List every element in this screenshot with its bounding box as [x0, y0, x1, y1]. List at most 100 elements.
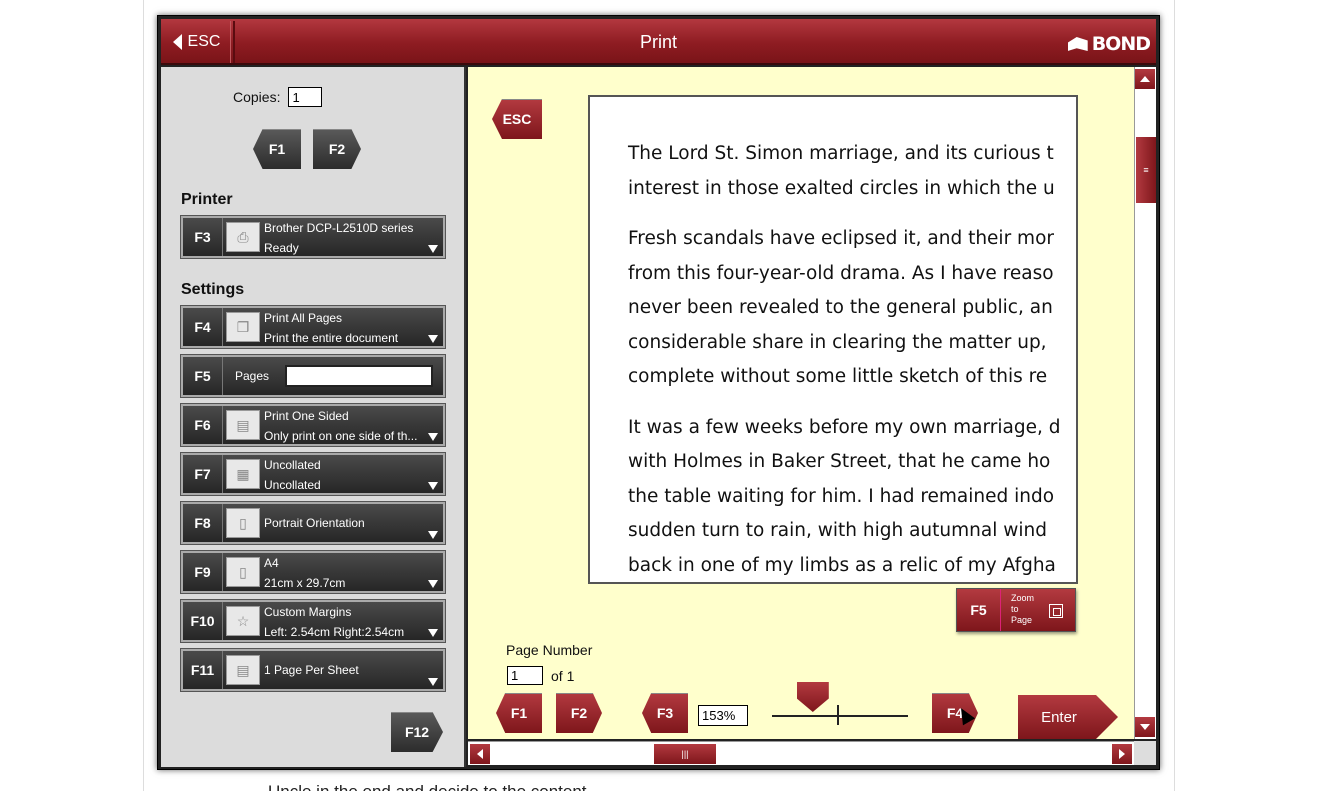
preview-line: sudden turn to rain, with high autumnal …	[628, 520, 1047, 541]
paper-size-icon: ▯	[226, 557, 260, 587]
horizontal-scroll-thumb[interactable]: |||	[654, 744, 716, 764]
preview-line: never been revealed to the general publi…	[628, 297, 1053, 318]
page-range-title: Print All Pages	[264, 311, 343, 325]
zoom-slider-tick	[837, 705, 839, 725]
portrait-icon: ▯	[226, 508, 260, 538]
previous-page-button[interactable]: F1	[496, 693, 542, 733]
preview-paragraph: The Lord St. Simon marriage, and its cur…	[628, 137, 1076, 206]
pages-per-sheet-title: 1 Page Per Sheet	[264, 663, 359, 677]
preview-line: the table waiting for him. I had remaine…	[628, 485, 1055, 507]
dropdown-arrow-icon	[428, 482, 438, 490]
copies-decrease-button[interactable]: F1	[253, 129, 301, 169]
printer-heading: Printer	[181, 191, 233, 208]
printer-status: Ready	[264, 241, 299, 255]
dropdown-arrow-icon	[428, 433, 438, 441]
page-range-select[interactable]: F4 ❐ Print All Pages Print the entire do…	[180, 305, 446, 349]
margins-key: F10	[183, 602, 223, 640]
orientation-title: Portrait Orientation	[264, 516, 365, 530]
printer-icon: ⎙	[226, 222, 260, 252]
pages-field-row: F5 Pages	[180, 354, 446, 398]
preview-line: complete without some little sketch of t…	[628, 366, 1048, 387]
scroll-right-icon[interactable]	[1112, 744, 1132, 764]
page-number-input[interactable]	[507, 666, 543, 685]
book-logo-icon	[1067, 37, 1088, 51]
background-document-text: Uncle in the end and decide to the conte…	[268, 782, 587, 791]
preview-page: The Lord St. Simon marriage, and its cur…	[588, 95, 1078, 584]
copies-row: Copies:	[233, 87, 323, 107]
one-page-per-sheet-icon: ▤	[226, 655, 260, 685]
collation-select[interactable]: F7 ▦ Uncollated Uncollated	[180, 452, 446, 496]
copies-increase-button[interactable]: F2	[313, 129, 361, 169]
uncollated-icon: ▦	[226, 459, 260, 489]
paper-size-desc: 21cm x 29.7cm	[264, 576, 346, 590]
preview-line: considerable share in clearing the matte…	[628, 331, 1047, 353]
dropdown-arrow-icon	[428, 678, 438, 686]
preview-esc-button[interactable]: ESC	[492, 99, 542, 139]
zoom-to-page-button[interactable]: F5 Zoom to Page	[956, 588, 1076, 632]
brand-logo: BOND	[1067, 33, 1151, 55]
preview-page-text: The Lord St. Simon marriage, and its cur…	[590, 97, 1076, 583]
preview-line: from this four-year-old drama. As I have…	[628, 262, 1054, 284]
copies-input[interactable]	[288, 87, 323, 107]
sides-select[interactable]: F6 ▤ Print One Sided Only print on one s…	[180, 403, 446, 447]
paper-size-select[interactable]: F9 ▯ A4 21cm x 29.7cm	[180, 550, 446, 594]
one-sided-icon: ▤	[226, 410, 260, 440]
copies-label: Copies:	[233, 89, 281, 105]
collation-title: Uncollated	[264, 458, 321, 472]
preview-paragraph: It was a few weeks before my own marriag…	[628, 411, 1076, 583]
page-number-label: Page Number	[506, 642, 593, 658]
paper-size-key: F9	[183, 553, 223, 591]
zoom-out-button[interactable]: F3	[642, 693, 688, 733]
collation-key: F7	[183, 455, 223, 493]
collation-desc: Uncollated	[264, 478, 321, 492]
preview-line: interest in those exalted circles in whi…	[628, 177, 1055, 199]
margins-title: Custom Margins	[264, 605, 352, 619]
pages-input[interactable]	[285, 365, 434, 387]
page-count: of 1	[551, 668, 575, 684]
preview-line: It was a few weeks before my own marriag…	[628, 416, 1061, 438]
dialog-title: Print	[639, 32, 677, 52]
pages-per-sheet-key: F11	[183, 651, 223, 689]
margins-desc: Left: 2.54cm Right:2.54cm	[264, 625, 405, 639]
sides-key: F6	[183, 406, 223, 444]
orientation-key: F8	[183, 504, 223, 542]
dropdown-arrow-icon	[428, 245, 438, 253]
zoom-slider-track[interactable]	[772, 715, 908, 717]
printer-key: F3	[183, 218, 223, 256]
margins-icon: ☆	[226, 606, 260, 636]
pages-key: F5	[183, 357, 223, 395]
zoom-to-page-key: F5	[957, 589, 1001, 631]
dropdown-arrow-icon	[428, 335, 438, 343]
orientation-select[interactable]: F8 ▯ Portrait Orientation	[180, 501, 446, 545]
dropdown-arrow-icon	[428, 531, 438, 539]
pages-icon: ❐	[226, 312, 260, 342]
enter-button[interactable]: Enter	[1018, 695, 1118, 739]
horizontal-scrollbar[interactable]: |||	[468, 741, 1134, 765]
dropdown-arrow-icon	[428, 580, 438, 588]
zoom-slider-thumb[interactable]	[796, 682, 829, 712]
dropdown-arrow-icon	[428, 629, 438, 637]
page-edge-left	[143, 0, 144, 791]
scroll-down-icon[interactable]	[1135, 717, 1155, 737]
vertical-scroll-thumb[interactable]: ≡	[1136, 137, 1156, 203]
print-preview-area: ESC The Lord St. Simon marriage, and its…	[468, 67, 1134, 739]
title-bar: ESC Print BOND	[161, 19, 1156, 65]
printer-select[interactable]: F3 ⎙ Brother DCP-L2510D series Ready	[180, 215, 446, 259]
fit-page-icon	[1049, 604, 1063, 618]
zoom-to-page-label: Zoom to Page	[1011, 593, 1035, 625]
vertical-scrollbar[interactable]: ≡	[1134, 67, 1156, 739]
sides-title: Print One Sided	[264, 409, 349, 423]
next-page-button[interactable]: F2	[556, 693, 602, 733]
preview-line: back in one of my limbs as a relic of my…	[628, 554, 1056, 576]
scroll-left-icon[interactable]	[470, 744, 490, 764]
settings-sidebar: Copies: F1 F2 Printer F3 ⎙ Brother DCP-L…	[161, 67, 466, 767]
margins-select[interactable]: F10 ☆ Custom Margins Left: 2.54cm Right:…	[180, 599, 446, 643]
print-button[interactable]: F12	[391, 712, 443, 752]
scroll-up-icon[interactable]	[1135, 69, 1155, 89]
preview-line: with Holmes in Baker Street, that he cam…	[628, 451, 1051, 472]
preview-line: The Lord St. Simon marriage, and its cur…	[628, 143, 1054, 164]
pages-label: Pages	[235, 369, 270, 383]
zoom-value[interactable]: 153%	[698, 705, 748, 726]
pages-per-sheet-select[interactable]: F11 ▤ 1 Page Per Sheet	[180, 648, 446, 692]
printer-name: Brother DCP-L2510D series	[264, 221, 414, 235]
